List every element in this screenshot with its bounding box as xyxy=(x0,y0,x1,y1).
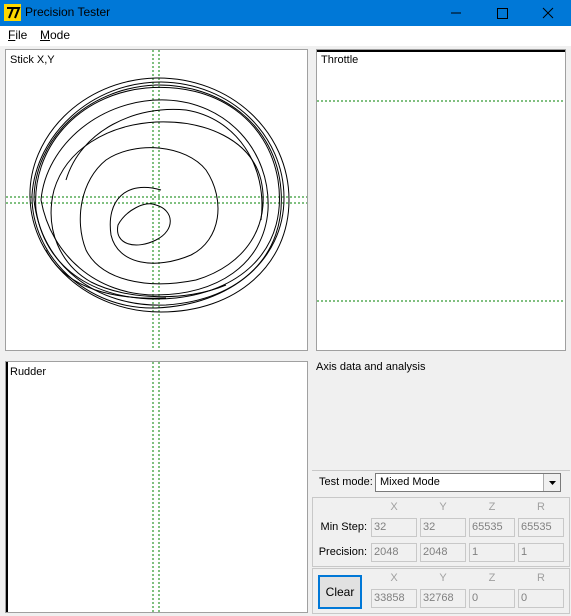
precision-y: 2048 xyxy=(420,543,466,562)
stick-xy-panel: Stick X,Y xyxy=(5,49,308,351)
menu-file-rest: ile xyxy=(15,28,28,42)
current-r: 0 xyxy=(518,589,564,608)
menu-mode[interactable]: Mode xyxy=(40,28,70,42)
test-mode-label: Test mode: xyxy=(319,476,373,488)
title-bar[interactable]: Precision Tester xyxy=(0,0,571,26)
throttle-panel: Throttle xyxy=(316,49,566,351)
dropdown-button[interactable] xyxy=(543,474,560,491)
stats-col-r: R xyxy=(537,501,545,513)
current-col-z: Z xyxy=(488,572,496,584)
min-step-r: 65535 xyxy=(518,518,564,537)
current-y: 32768 xyxy=(420,589,466,608)
minimize-button[interactable] xyxy=(433,0,479,26)
current-col-r: R xyxy=(537,572,545,584)
stats-group: X Y Z R Min Step: 32 32 65535 65535 Prec… xyxy=(312,497,570,567)
min-step-z: 65535 xyxy=(469,518,515,537)
current-col-x: X xyxy=(390,572,398,584)
precision-r: 1 xyxy=(518,543,564,562)
current-x: 33858 xyxy=(371,589,417,608)
close-button[interactable] xyxy=(525,0,571,26)
current-col-y: Y xyxy=(439,572,447,584)
chevron-down-icon xyxy=(549,481,556,485)
stick-xy-label: Stick X,Y xyxy=(10,54,55,66)
stats-col-z: Z xyxy=(488,501,496,513)
stick-xy-plot xyxy=(6,50,307,350)
menu-file[interactable]: File xyxy=(8,28,27,42)
throttle-plot xyxy=(317,50,565,302)
minimize-icon xyxy=(451,12,461,14)
throttle-label: Throttle xyxy=(321,54,359,66)
maximize-icon xyxy=(497,8,508,19)
analysis-area: Axis data and analysis xyxy=(312,357,570,469)
maximize-button[interactable] xyxy=(479,0,525,26)
test-mode-row: Test mode: Mixed Mode xyxy=(312,470,570,495)
menu-bar: File Mode xyxy=(0,26,571,46)
window-title: Precision Tester xyxy=(25,5,111,19)
stats-col-x: X xyxy=(390,501,398,513)
close-icon xyxy=(542,7,554,19)
rudder-plot xyxy=(6,362,160,612)
rudder-panel: Rudder xyxy=(5,361,308,613)
clear-button[interactable]: Clear xyxy=(318,575,362,609)
min-step-label: Min Step: xyxy=(320,521,367,533)
menu-mode-accel: M xyxy=(40,28,50,42)
test-mode-value: Mixed Mode xyxy=(380,476,440,488)
rudder-label: Rudder xyxy=(10,366,47,378)
analysis-title: Axis data and analysis xyxy=(316,361,426,373)
precision-label: Precision: xyxy=(318,546,367,558)
joystick-app-icon xyxy=(4,4,21,21)
current-z: 0 xyxy=(469,589,515,608)
min-step-y: 32 xyxy=(420,518,466,537)
menu-mode-rest: ode xyxy=(50,28,71,42)
precision-x: 2048 xyxy=(371,543,417,562)
stats-col-y: Y xyxy=(439,501,447,513)
test-mode-select[interactable]: Mixed Mode xyxy=(375,473,561,492)
min-step-x: 32 xyxy=(371,518,417,537)
precision-z: 1 xyxy=(469,543,515,562)
current-values-group: Clear X Y Z R 33858 32768 0 0 xyxy=(312,568,570,614)
